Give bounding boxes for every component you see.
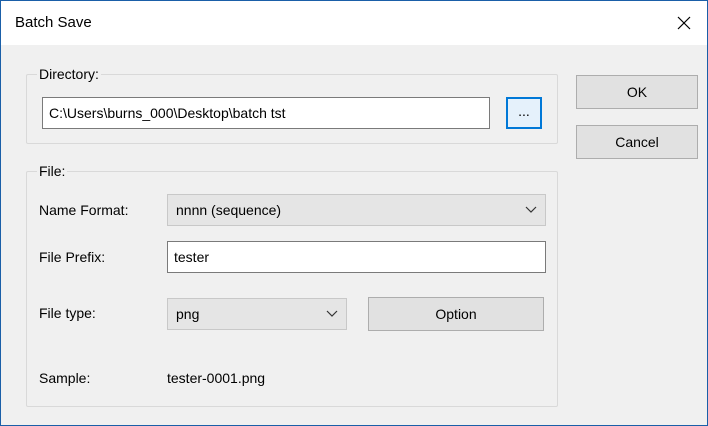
file-type-value: png <box>176 306 200 322</box>
option-button-label: Option <box>435 306 477 322</box>
close-button[interactable] <box>661 1 707 45</box>
directory-path-value: C:\Users\burns_000\Desktop\batch tst <box>49 105 286 121</box>
file-type-label: File type: <box>39 305 96 321</box>
file-prefix-value: tester <box>174 249 210 265</box>
cancel-button-label: Cancel <box>615 134 659 150</box>
browse-button[interactable]: ... <box>506 97 542 129</box>
ok-button[interactable]: OK <box>576 75 698 109</box>
directory-path-input[interactable]: C:\Users\burns_000\Desktop\batch tst <box>42 97 490 129</box>
name-format-value: nnnn (sequence) <box>176 202 282 218</box>
ok-button-label: OK <box>626 84 648 100</box>
file-group-label: File: <box>37 163 68 179</box>
option-button[interactable]: Option <box>368 297 544 331</box>
cancel-button[interactable]: Cancel <box>576 125 698 159</box>
chevron-down-icon <box>525 206 537 213</box>
close-icon <box>677 16 691 30</box>
name-format-label: Name Format: <box>39 202 129 218</box>
file-prefix-label: File Prefix: <box>39 249 106 265</box>
dialog-title: Batch Save <box>15 14 92 31</box>
directory-group-label: Directory: <box>37 66 101 82</box>
sample-label: Sample: <box>39 370 91 386</box>
batch-save-dialog: Batch Save Directory: C:\Users\burns_000… <box>0 0 708 426</box>
title-bar: Batch Save <box>1 1 707 45</box>
browse-button-label: ... <box>518 103 530 119</box>
chevron-down-icon <box>326 310 338 317</box>
file-type-select[interactable]: png <box>167 298 347 330</box>
file-prefix-input[interactable]: tester <box>167 241 546 273</box>
name-format-select[interactable]: nnnn (sequence) <box>167 194 546 226</box>
sample-value: tester-0001.png <box>167 370 266 386</box>
